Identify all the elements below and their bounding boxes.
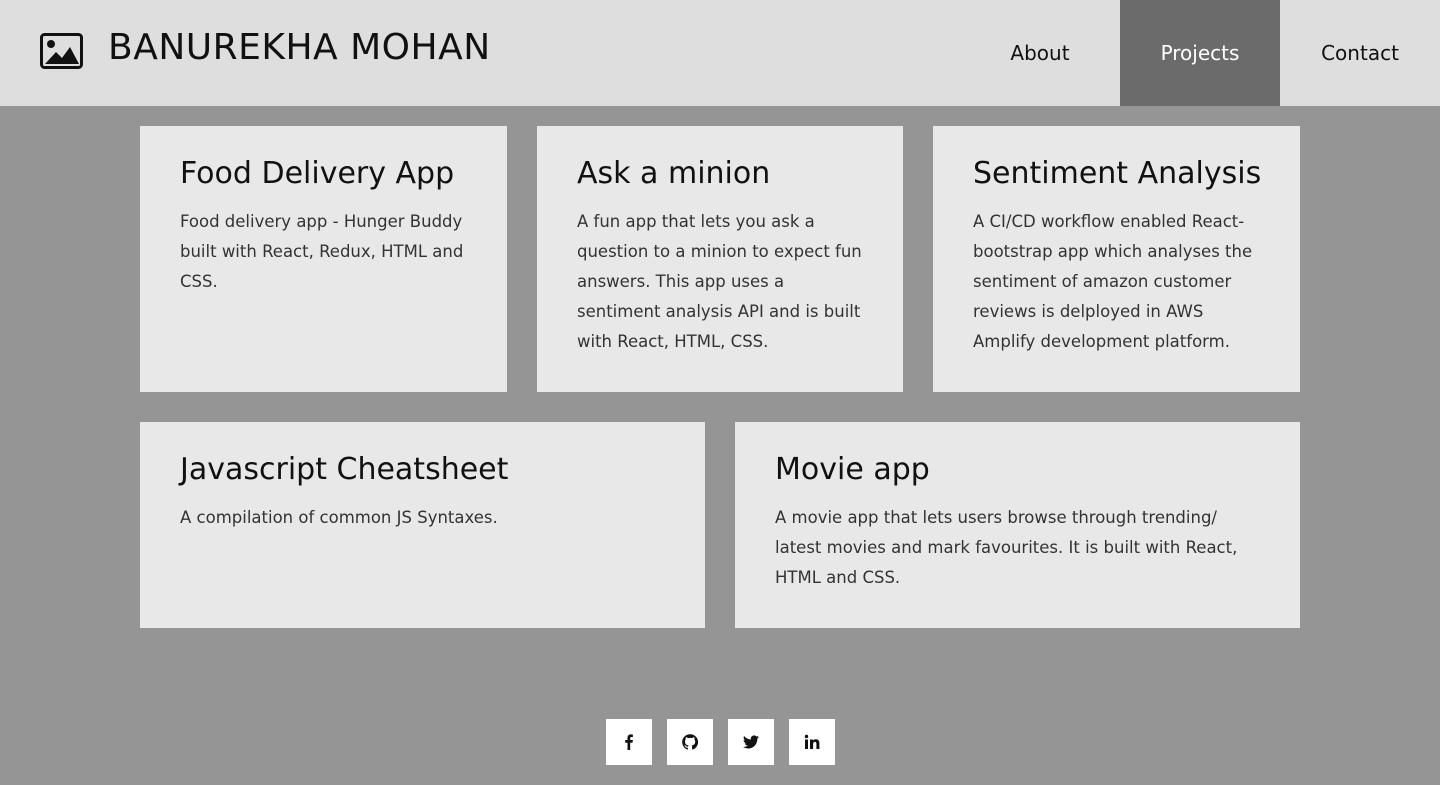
site-header: BANUREKHA MOHAN About Projects Contact <box>0 0 1440 106</box>
project-title: Sentiment Analysis <box>973 156 1262 191</box>
linkedin-icon <box>804 734 820 749</box>
project-description: A fun app that lets you ask a question t… <box>577 212 862 351</box>
nav-menu: About Projects Contact <box>960 0 1440 106</box>
project-description: A movie app that lets users browse throu… <box>775 508 1238 587</box>
github-icon <box>682 734 698 750</box>
nav-item-about[interactable]: About <box>960 0 1120 106</box>
image-icon[interactable] <box>40 33 83 69</box>
project-description: A CI/CD workflow enabled React-bootstrap… <box>973 212 1253 351</box>
github-button[interactable] <box>667 719 713 765</box>
project-title: Movie app <box>775 452 930 487</box>
twitter-icon <box>743 735 759 749</box>
project-card[interactable]: Ask a minion A fun app that lets you ask… <box>537 126 903 392</box>
project-card[interactable]: Sentiment Analysis A CI/CD workflow enab… <box>933 126 1300 392</box>
site-title: BANUREKHA MOHAN <box>108 27 491 68</box>
project-card[interactable]: Movie app A movie app that lets users br… <box>735 422 1300 628</box>
project-card[interactable]: Food Delivery App Food delivery app - Hu… <box>140 126 507 392</box>
nav-item-projects[interactable]: Projects <box>1120 0 1280 106</box>
project-title: Javascript Cheatsheet <box>180 452 509 487</box>
social-links <box>606 719 850 765</box>
facebook-button[interactable] <box>606 719 652 765</box>
linkedin-button[interactable] <box>789 719 835 765</box>
twitter-button[interactable] <box>728 719 774 765</box>
project-description: A compilation of common JS Syntaxes. <box>180 508 498 527</box>
project-title: Food Delivery App <box>180 156 455 191</box>
nav-item-contact[interactable]: Contact <box>1280 0 1440 106</box>
facebook-icon <box>625 734 633 750</box>
project-card[interactable]: Javascript Cheatsheet A compilation of c… <box>140 422 705 628</box>
project-title: Ask a minion <box>577 156 771 191</box>
project-description: Food delivery app - Hunger Buddy built w… <box>180 212 464 291</box>
